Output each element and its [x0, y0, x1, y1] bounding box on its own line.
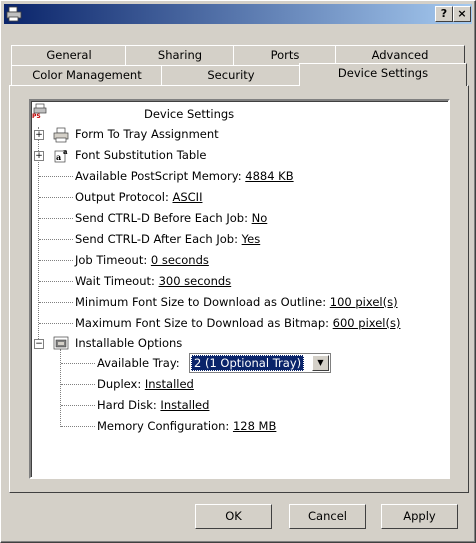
min-font-value[interactable]: 100 pixel(s)	[330, 295, 398, 309]
tab-ports[interactable]: Ports	[233, 45, 337, 65]
tab-device-settings[interactable]: Device Settings	[299, 63, 467, 86]
output-protocol-value[interactable]: ASCII	[172, 190, 202, 204]
ctrl-d-before-label: Send CTRL-D Before Each Job:	[75, 211, 252, 225]
svg-text:a: a	[56, 152, 61, 162]
tree-item-duplex[interactable]: Duplex: Installed	[97, 375, 194, 393]
svg-text:PS: PS	[32, 113, 41, 119]
tree-line	[61, 405, 95, 407]
svg-text:a: a	[63, 147, 68, 156]
tree-item-installable-options[interactable]: Installable Options	[75, 334, 182, 352]
ctrl-d-after-value[interactable]: Yes	[242, 232, 261, 246]
tree-item-hard-disk[interactable]: Hard Disk: Installed	[97, 396, 209, 414]
ps-memory-label: Available PostScript Memory:	[75, 169, 246, 183]
apply-button[interactable]: Apply	[381, 504, 458, 529]
ps-memory-value[interactable]: 4884 KB	[245, 169, 293, 183]
tab-advanced[interactable]: Advanced	[335, 45, 465, 65]
printer-properties-window: ? × General Sharing Ports Advanced Color…	[0, 0, 476, 543]
duplex-label: Duplex:	[97, 377, 145, 391]
collapse-icon[interactable]: −	[34, 339, 44, 349]
tree-line	[39, 197, 73, 199]
printer-icon	[53, 127, 69, 143]
memory-config-value[interactable]: 128 MB	[233, 419, 276, 433]
ok-button[interactable]: OK	[195, 504, 272, 529]
close-button[interactable]: ×	[453, 6, 471, 22]
options-icon	[53, 336, 69, 350]
tree-line	[39, 260, 73, 262]
available-tray-value: 2 (1 Optional Tray)	[191, 355, 305, 371]
tree-line	[60, 349, 62, 427]
hard-disk-label: Hard Disk:	[97, 398, 161, 412]
tree-line	[39, 323, 73, 325]
min-font-label: Minimum Font Size to Download as Outline…	[75, 295, 330, 309]
tree-item-job-timeout[interactable]: Job Timeout: 0 seconds	[75, 251, 209, 269]
job-timeout-value[interactable]: 0 seconds	[151, 253, 209, 267]
job-timeout-label: Job Timeout:	[75, 253, 151, 267]
tree-item-ps-memory[interactable]: Available PostScript Memory: 4884 KB	[75, 167, 294, 185]
hard-disk-value[interactable]: Installed	[160, 398, 209, 412]
available-tray-label: Available Tray:	[97, 356, 180, 370]
tree-item-form-to-tray[interactable]: Form To Tray Assignment	[75, 125, 219, 143]
tree-item-memory-config[interactable]: Memory Configuration: 128 MB	[97, 417, 276, 435]
tree-line	[39, 281, 73, 283]
tree-item-max-font[interactable]: Maximum Font Size to Download as Bitmap:…	[75, 314, 400, 332]
chevron-down-icon[interactable]: ▼	[312, 355, 329, 371]
tree-item-ctrl-d-after[interactable]: Send CTRL-D After Each Job: Yes	[75, 230, 260, 248]
tree-line	[39, 218, 73, 220]
ctrl-d-after-label: Send CTRL-D After Each Job:	[75, 232, 242, 246]
tree-root-label[interactable]: Device Settings	[144, 105, 234, 123]
ctrl-d-before-value[interactable]: No	[252, 211, 268, 225]
tree-line	[61, 426, 95, 428]
help-button[interactable]: ?	[435, 6, 453, 22]
tree-item-min-font[interactable]: Minimum Font Size to Download as Outline…	[75, 293, 398, 311]
tab-sharing[interactable]: Sharing	[125, 45, 235, 65]
font-icon: a a	[54, 147, 68, 163]
expand-icon[interactable]: +	[34, 151, 44, 161]
tree-item-wait-timeout[interactable]: Wait Timeout: 300 seconds	[75, 272, 231, 290]
wait-timeout-label: Wait Timeout:	[75, 274, 159, 288]
available-tray-select[interactable]: 2 (1 Optional Tray) ▼	[189, 353, 331, 373]
title-bar[interactable]: ? ×	[4, 4, 472, 24]
memory-config-label: Memory Configuration:	[97, 419, 233, 433]
wait-timeout-value[interactable]: 300 seconds	[159, 274, 232, 288]
output-protocol-label: Output Protocol:	[75, 190, 173, 204]
cancel-button[interactable]: Cancel	[289, 504, 366, 529]
tree-line	[39, 239, 73, 241]
max-font-label: Maximum Font Size to Download as Bitmap:	[75, 316, 333, 330]
tab-color-management[interactable]: Color Management	[11, 65, 163, 85]
tree-item-font-substitution[interactable]: Font Substitution Table	[75, 146, 207, 164]
tree-line	[61, 363, 95, 365]
expand-icon[interactable]: +	[34, 130, 44, 140]
tree-line	[61, 384, 95, 386]
duplex-value[interactable]: Installed	[145, 377, 194, 391]
tab-general[interactable]: General	[11, 45, 127, 65]
max-font-value[interactable]: 600 pixel(s)	[333, 316, 401, 330]
tree-line	[39, 176, 73, 178]
tree-item-ctrl-d-before[interactable]: Send CTRL-D Before Each Job: No	[75, 209, 267, 227]
tree-line	[39, 302, 73, 304]
tree-item-output-protocol[interactable]: Output Protocol: ASCII	[75, 188, 202, 206]
tab-security[interactable]: Security	[161, 65, 301, 85]
device-settings-tree[interactable]: PS Device Settings + Form To Tray Assign…	[29, 99, 450, 479]
postscript-printer-icon: PS	[32, 103, 47, 119]
printer-icon	[6, 6, 22, 22]
